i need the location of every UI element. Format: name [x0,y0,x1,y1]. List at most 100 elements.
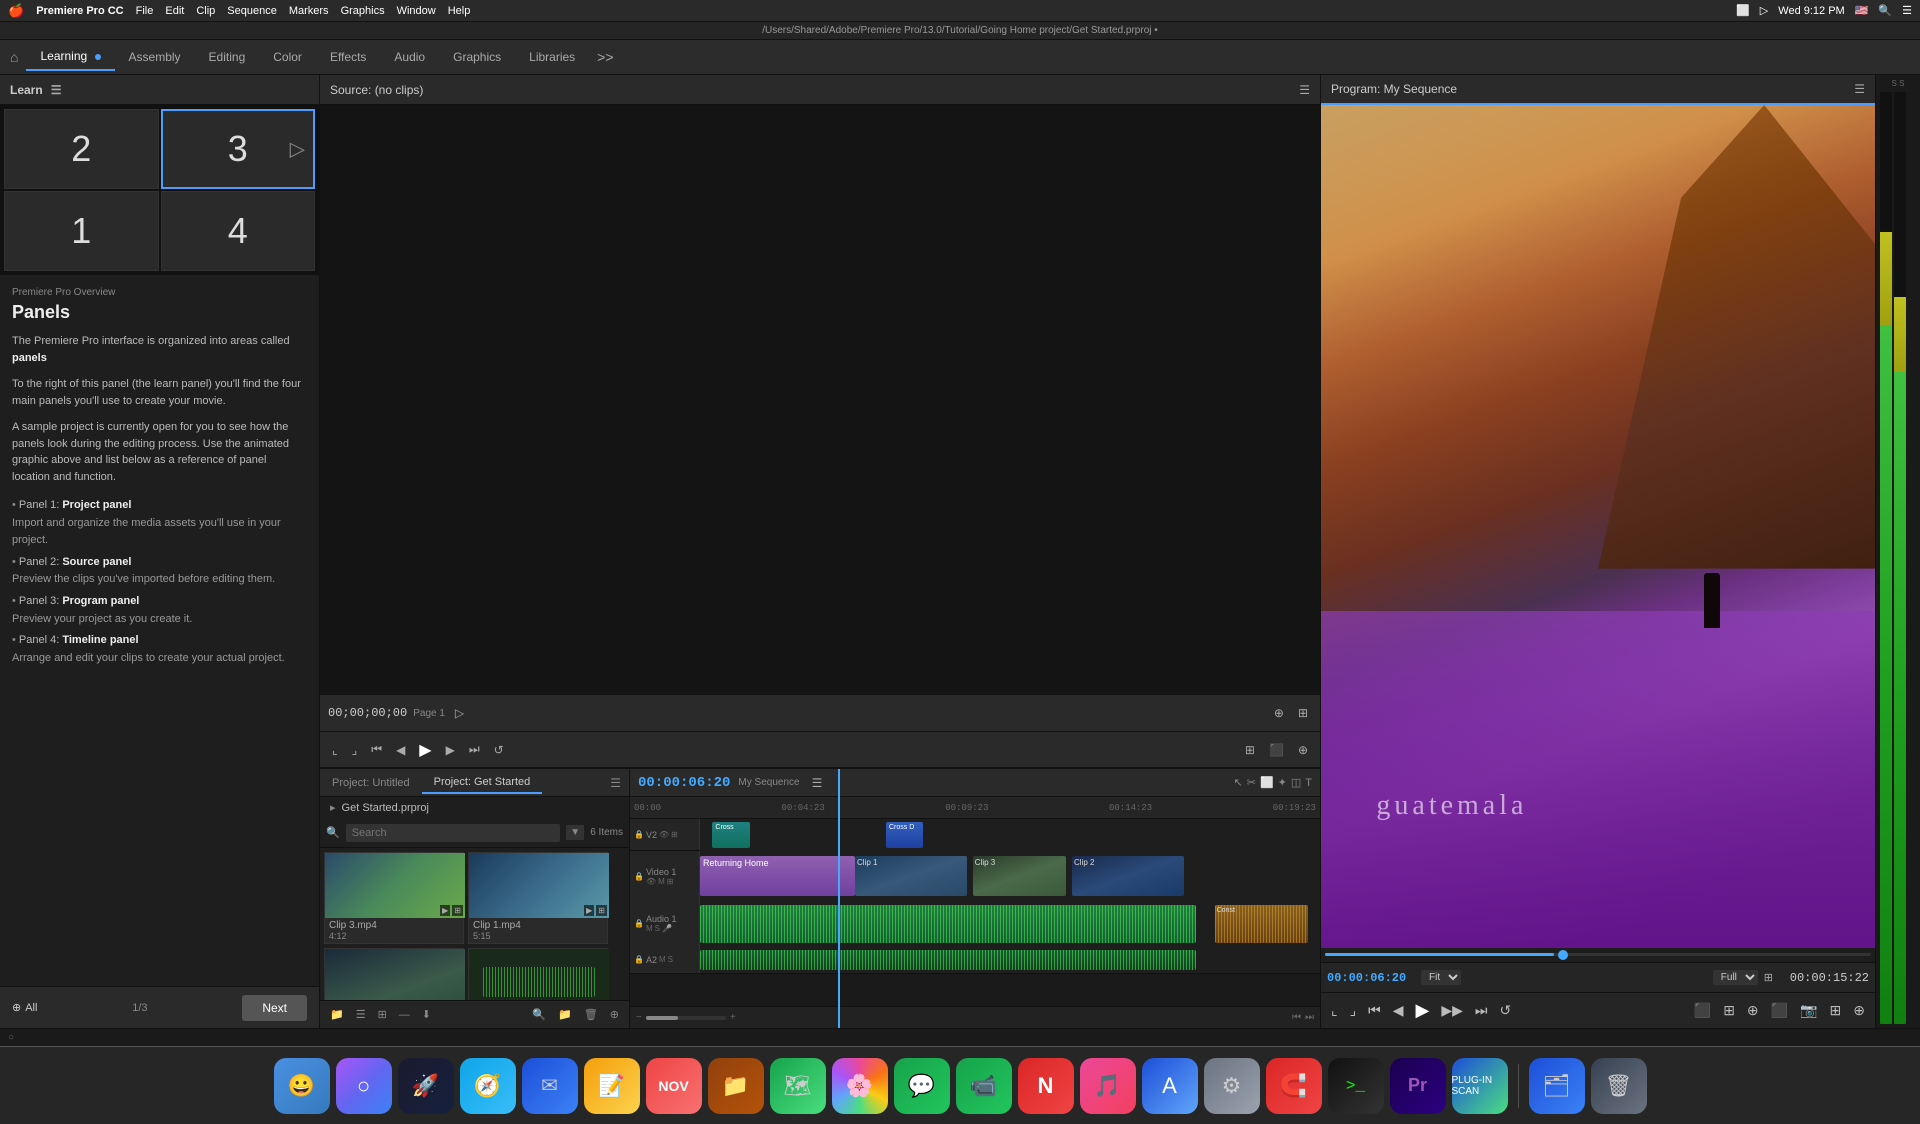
project-file-name[interactable]: Get Started.prproj [342,802,429,814]
tab-assembly[interactable]: Assembly [115,44,195,70]
dock-mail[interactable]: ✉ [522,1058,578,1114]
dock-pluginscan[interactable]: PLUG-IN SCAN [1452,1058,1508,1114]
sequence-menu[interactable]: Sequence [227,5,277,17]
tl-v2-clip-cross2[interactable]: Cross D [886,822,923,848]
search-icon[interactable]: 🔍 [1878,4,1892,17]
track-v1-content[interactable]: Returning Home Clip 1 Clip 3 [700,851,1320,901]
tl-tool-edit[interactable]: ✂ [1247,776,1256,789]
src-goto-out[interactable]: ⏭ [465,740,484,759]
source-settings-btn[interactable]: ▷ [451,704,468,722]
dock-trash[interactable]: 🗑 [1591,1058,1647,1114]
track-v2-visibility[interactable]: 👁 [659,830,669,839]
dock-terminal[interactable]: >_ [1328,1058,1384,1114]
dock-folder[interactable]: 🗂 [1529,1058,1585,1114]
dock-music[interactable]: 🎵 [1080,1058,1136,1114]
prog-step-back[interactable]: ◀ [1389,1000,1408,1021]
src-overwrite[interactable]: ⬛ [1265,741,1288,759]
src-play[interactable]: ▶ [415,738,435,762]
tl-audio-clip-1[interactable] [700,905,1196,943]
src-mark-in[interactable]: ⌞ [328,741,342,759]
dock-siri[interactable]: ○ [336,1058,392,1114]
proj-zoom-slider[interactable]: — [395,1007,414,1023]
clip-item-4[interactable]: ⊞ Music 1:05:10909 [468,948,608,1000]
src-step-back[interactable]: ◀ [392,741,409,759]
prog-overwrite[interactable]: ⬛ [1767,1000,1792,1021]
tl-tool-ripple[interactable]: ⬜ [1260,776,1274,789]
tl-zoom-slider[interactable] [646,1016,726,1020]
prog-add-marker[interactable]: ⊕ [1849,1000,1869,1021]
clip-item-1[interactable]: ▶ ⊞ Clip 3.mp4 4:12 [324,852,464,944]
src-goto-in[interactable]: ⏮ [367,740,386,759]
proj-list-view[interactable]: ☰ [352,1006,370,1023]
tl-clip-3[interactable]: Clip 3 [973,856,1066,896]
tl-tool-text[interactable]: T [1305,777,1312,789]
notification-icon[interactable]: ☰ [1902,4,1912,17]
timeline-playhead[interactable] [838,797,840,1006]
step-4-thumb[interactable]: 4 [161,191,316,271]
tab-project-untitled[interactable]: Project: Untitled [320,773,422,793]
proj-search-btn[interactable]: 🔍 [528,1006,550,1023]
track-a2-content[interactable] [700,946,1320,973]
tl-clip-1[interactable]: Clip 1 [855,856,967,896]
track-a2-solo[interactable]: S [668,955,673,964]
dock-messages[interactable]: 💬 [894,1058,950,1114]
prog-camera[interactable]: 📷 [1796,1000,1821,1021]
proj-trash-btn[interactable]: 🗑 [580,1006,602,1023]
tl-v2-clip-cross[interactable]: Cross [712,822,749,848]
next-button[interactable]: Next [242,995,307,1021]
tab-editing[interactable]: Editing [195,44,260,70]
timeline-menu-icon[interactable]: ☰ [812,776,823,790]
track-a1-mic[interactable]: 🎤 [662,924,672,933]
prog-step-fwd[interactable]: ▶▶ [1437,1000,1467,1021]
prog-goto-out[interactable]: ⏭ [1471,1000,1492,1021]
src-add-to-seq[interactable]: ⊞ [1241,741,1259,759]
step-1-thumb[interactable]: 1 [4,191,159,271]
tab-color[interactable]: Color [259,44,316,70]
tl-audio-clip-const[interactable]: Const [1215,905,1308,943]
tab-graphics[interactable]: Graphics [439,44,515,70]
dock-finder[interactable]: 😀 [274,1058,330,1114]
app-name[interactable]: Premiere Pro CC [36,5,123,17]
step-2-thumb[interactable]: 2 [4,109,159,189]
tl-clip-returning-home[interactable]: Returning Home [700,856,855,896]
file-menu[interactable]: File [136,5,154,17]
source-settings2-btn[interactable]: ⊞ [1294,704,1312,722]
prog-insert[interactable]: ⊕ [1743,1000,1763,1021]
dock-system-prefs[interactable]: ⚙ [1204,1058,1260,1114]
edit-menu[interactable]: Edit [165,5,184,17]
tl-clip-2[interactable]: Clip 2 [1072,856,1184,896]
learn-panel-menu-icon[interactable]: ☰ [51,83,62,97]
prog-mark-out[interactable]: ⌟ [1346,1000,1361,1021]
dock-facetime[interactable]: 📹 [956,1058,1012,1114]
src-insert[interactable]: ⊕ [1294,741,1312,759]
project-tab-menu[interactable]: ☰ [602,776,629,790]
clip-menu[interactable]: Clip [196,5,215,17]
dock-launchpad[interactable]: 🚀 [398,1058,454,1114]
tl-audio-clip-2[interactable] [700,950,1196,970]
dock-files[interactable]: 📁 [708,1058,764,1114]
dock-appstore[interactable]: A [1142,1058,1198,1114]
prog-mark-in[interactable]: ⌞ [1327,1000,1342,1021]
dock-calendar[interactable]: NOV [646,1058,702,1114]
track-v1-mute[interactable]: M [658,877,665,886]
tl-tool-slip[interactable]: ◫ [1291,776,1301,789]
src-loop[interactable]: ↺ [490,741,508,759]
window-menu[interactable]: Window [397,5,436,17]
track-v2-sync[interactable]: ⊞ [671,830,678,839]
dock-maps[interactable]: 🗺 [770,1058,826,1114]
tab-effects[interactable]: Effects [316,44,380,70]
proj-icon-view[interactable]: ⊞ [374,1006,391,1023]
tab-audio[interactable]: Audio [380,44,439,70]
tab-project-getstarted[interactable]: Project: Get Started [422,772,543,794]
home-icon[interactable]: ⌂ [10,49,18,65]
program-panel-menu-icon[interactable]: ☰ [1854,82,1865,96]
dock-magnet[interactable]: 🧲 [1266,1058,1322,1114]
src-step-fwd[interactable]: ▶ [442,741,459,759]
prog-lift[interactable]: ⬛ [1690,1000,1715,1021]
tl-tool-selection[interactable]: ↖ [1234,776,1243,789]
markers-menu[interactable]: Markers [289,5,329,17]
tl-footer-goto-end[interactable]: ⏭ [1305,1012,1314,1023]
scrubber-head[interactable] [1558,950,1568,960]
dock-premiere[interactable]: Pr [1390,1058,1446,1114]
all-button[interactable]: ⊕ All [12,1001,37,1014]
